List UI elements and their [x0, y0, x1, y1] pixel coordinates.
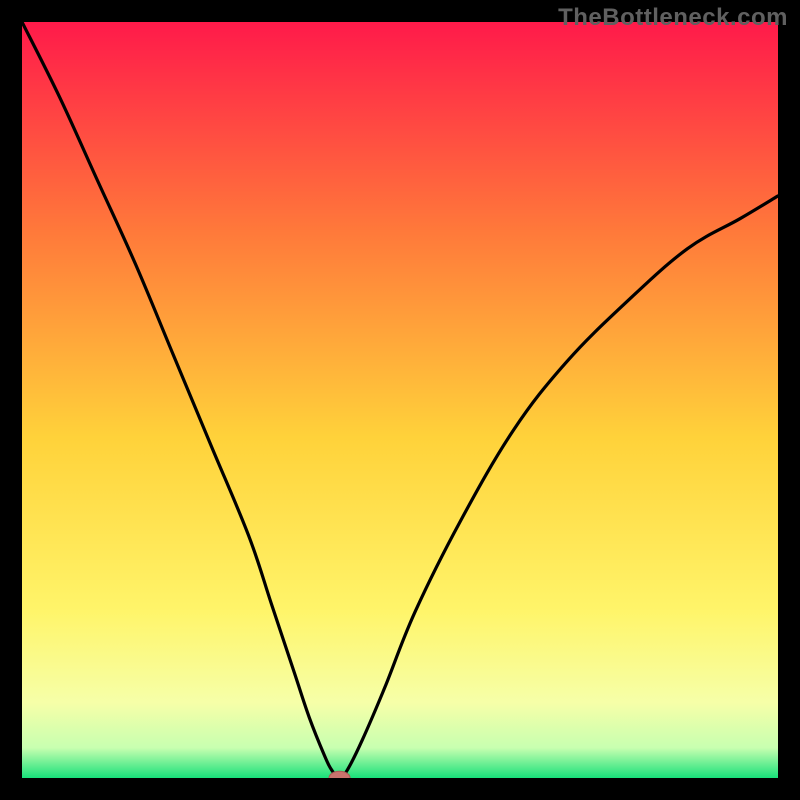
- bottleneck-chart: [22, 22, 778, 778]
- gradient-background: [22, 22, 778, 778]
- chart-frame: TheBottleneck.com: [0, 0, 800, 800]
- watermark-text: TheBottleneck.com: [558, 4, 788, 32]
- plot-area: [22, 22, 778, 778]
